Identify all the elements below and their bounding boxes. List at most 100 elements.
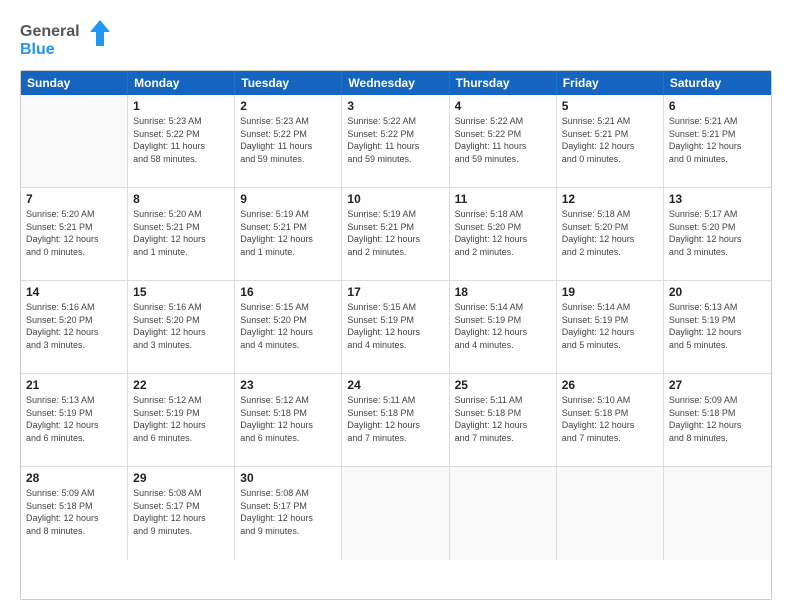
calendar-day-12: 12 Sunrise: 5:18 AM Sunset: 5:20 PM Dayli…: [557, 188, 664, 280]
day-info: Sunrise: 5:09 AM Sunset: 5:18 PM Dayligh…: [669, 394, 766, 444]
day-number: 6: [669, 99, 766, 113]
calendar-day-8: 8 Sunrise: 5:20 AM Sunset: 5:21 PM Daylig…: [128, 188, 235, 280]
calendar-day-25: 25 Sunrise: 5:11 AM Sunset: 5:18 PM Dayli…: [450, 374, 557, 466]
weekday-header-tuesday: Tuesday: [235, 71, 342, 95]
calendar-row-1: 7 Sunrise: 5:20 AM Sunset: 5:21 PM Daylig…: [21, 188, 771, 281]
calendar-row-4: 28 Sunrise: 5:09 AM Sunset: 5:18 PM Dayli…: [21, 467, 771, 560]
logo-svg: General Blue: [20, 18, 110, 60]
day-number: 30: [240, 471, 336, 485]
day-info: Sunrise: 5:11 AM Sunset: 5:18 PM Dayligh…: [455, 394, 551, 444]
day-info: Sunrise: 5:23 AM Sunset: 5:22 PM Dayligh…: [240, 115, 336, 165]
day-number: 28: [26, 471, 122, 485]
day-info: Sunrise: 5:21 AM Sunset: 5:21 PM Dayligh…: [669, 115, 766, 165]
calendar-day-26: 26 Sunrise: 5:10 AM Sunset: 5:18 PM Dayli…: [557, 374, 664, 466]
day-info: Sunrise: 5:14 AM Sunset: 5:19 PM Dayligh…: [562, 301, 658, 351]
calendar-empty-cell: [450, 467, 557, 560]
calendar-day-28: 28 Sunrise: 5:09 AM Sunset: 5:18 PM Dayli…: [21, 467, 128, 560]
calendar-day-15: 15Sunrise: 5:16 AM Sunset: 5:20 PM Dayli…: [128, 281, 235, 373]
calendar-day-20: 20Sunrise: 5:13 AM Sunset: 5:19 PM Dayli…: [664, 281, 771, 373]
day-number: 2: [240, 99, 336, 113]
day-info: Sunrise: 5:18 AM Sunset: 5:20 PM Dayligh…: [562, 208, 658, 258]
day-info: Sunrise: 5:16 AM Sunset: 5:20 PM Dayligh…: [26, 301, 122, 351]
calendar-empty-cell: [664, 467, 771, 560]
calendar-day-23: 23Sunrise: 5:12 AM Sunset: 5:18 PM Dayli…: [235, 374, 342, 466]
calendar-day-29: 29Sunrise: 5:08 AM Sunset: 5:17 PM Dayli…: [128, 467, 235, 560]
day-number: 4: [455, 99, 551, 113]
day-number: 10: [347, 192, 443, 206]
calendar-day-22: 22Sunrise: 5:12 AM Sunset: 5:19 PM Dayli…: [128, 374, 235, 466]
calendar-day-7: 7Sunrise: 5:20 AM Sunset: 5:21 PM Daylig…: [21, 188, 128, 280]
day-info: Sunrise: 5:15 AM Sunset: 5:19 PM Dayligh…: [347, 301, 443, 351]
day-info: Sunrise: 5:20 AM Sunset: 5:21 PM Dayligh…: [133, 208, 229, 258]
day-number: 24: [347, 378, 443, 392]
day-number: 13: [669, 192, 766, 206]
calendar-body: 1 Sunrise: 5:23 AM Sunset: 5:22 PM Daylig…: [21, 95, 771, 560]
day-number: 12: [562, 192, 658, 206]
day-info: Sunrise: 5:12 AM Sunset: 5:19 PM Dayligh…: [133, 394, 229, 444]
calendar-day-30: 30Sunrise: 5:08 AM Sunset: 5:17 PM Dayli…: [235, 467, 342, 560]
day-info: Sunrise: 5:19 AM Sunset: 5:21 PM Dayligh…: [240, 208, 336, 258]
day-info: Sunrise: 5:22 AM Sunset: 5:22 PM Dayligh…: [455, 115, 551, 165]
calendar-day-5: 5 Sunrise: 5:21 AM Sunset: 5:21 PM Daylig…: [557, 95, 664, 187]
calendar-day-16: 16 Sunrise: 5:15 AM Sunset: 5:20 PM Dayli…: [235, 281, 342, 373]
day-info: Sunrise: 5:19 AM Sunset: 5:21 PM Dayligh…: [347, 208, 443, 258]
weekday-header-sunday: Sunday: [21, 71, 128, 95]
day-info: Sunrise: 5:18 AM Sunset: 5:20 PM Dayligh…: [455, 208, 551, 258]
calendar: SundayMondayTuesdayWednesdayThursdayFrid…: [20, 70, 772, 600]
calendar-row-0: 1 Sunrise: 5:23 AM Sunset: 5:22 PM Daylig…: [21, 95, 771, 188]
day-info: Sunrise: 5:16 AM Sunset: 5:20 PM Dayligh…: [133, 301, 229, 351]
calendar-day-4: 4 Sunrise: 5:22 AM Sunset: 5:22 PM Daylig…: [450, 95, 557, 187]
calendar-day-1: 1 Sunrise: 5:23 AM Sunset: 5:22 PM Daylig…: [128, 95, 235, 187]
day-number: 25: [455, 378, 551, 392]
calendar-day-17: 17 Sunrise: 5:15 AM Sunset: 5:19 PM Dayli…: [342, 281, 449, 373]
day-info: Sunrise: 5:13 AM Sunset: 5:19 PM Dayligh…: [669, 301, 766, 351]
day-number: 7: [26, 192, 122, 206]
day-info: Sunrise: 5:14 AM Sunset: 5:19 PM Dayligh…: [455, 301, 551, 351]
day-number: 17: [347, 285, 443, 299]
svg-text:General: General: [20, 23, 80, 40]
day-info: Sunrise: 5:10 AM Sunset: 5:18 PM Dayligh…: [562, 394, 658, 444]
day-info: Sunrise: 5:13 AM Sunset: 5:19 PM Dayligh…: [26, 394, 122, 444]
calendar-header: SundayMondayTuesdayWednesdayThursdayFrid…: [21, 71, 771, 95]
calendar-day-2: 2 Sunrise: 5:23 AM Sunset: 5:22 PM Daylig…: [235, 95, 342, 187]
svg-text:Blue: Blue: [20, 41, 55, 58]
calendar-day-13: 13 Sunrise: 5:17 AM Sunset: 5:20 PM Dayli…: [664, 188, 771, 280]
calendar-day-6: 6 Sunrise: 5:21 AM Sunset: 5:21 PM Daylig…: [664, 95, 771, 187]
day-info: Sunrise: 5:23 AM Sunset: 5:22 PM Dayligh…: [133, 115, 229, 165]
weekday-header-friday: Friday: [557, 71, 664, 95]
calendar-day-18: 18Sunrise: 5:14 AM Sunset: 5:19 PM Dayli…: [450, 281, 557, 373]
calendar-empty-cell: [21, 95, 128, 187]
calendar-day-9: 9 Sunrise: 5:19 AM Sunset: 5:21 PM Daylig…: [235, 188, 342, 280]
calendar-empty-cell: [342, 467, 449, 560]
day-number: 27: [669, 378, 766, 392]
day-info: Sunrise: 5:15 AM Sunset: 5:20 PM Dayligh…: [240, 301, 336, 351]
day-number: 1: [133, 99, 229, 113]
calendar-day-3: 3Sunrise: 5:22 AM Sunset: 5:22 PM Daylig…: [342, 95, 449, 187]
day-number: 9: [240, 192, 336, 206]
calendar-day-11: 11 Sunrise: 5:18 AM Sunset: 5:20 PM Dayli…: [450, 188, 557, 280]
calendar-day-27: 27 Sunrise: 5:09 AM Sunset: 5:18 PM Dayli…: [664, 374, 771, 466]
calendar-day-19: 19Sunrise: 5:14 AM Sunset: 5:19 PM Dayli…: [557, 281, 664, 373]
day-number: 14: [26, 285, 122, 299]
day-number: 8: [133, 192, 229, 206]
day-number: 11: [455, 192, 551, 206]
header: General Blue: [20, 18, 772, 60]
day-info: Sunrise: 5:09 AM Sunset: 5:18 PM Dayligh…: [26, 487, 122, 537]
day-number: 5: [562, 99, 658, 113]
calendar-day-10: 10 Sunrise: 5:19 AM Sunset: 5:21 PM Dayli…: [342, 188, 449, 280]
calendar-row-3: 21 Sunrise: 5:13 AM Sunset: 5:19 PM Dayli…: [21, 374, 771, 467]
day-info: Sunrise: 5:12 AM Sunset: 5:18 PM Dayligh…: [240, 394, 336, 444]
calendar-day-21: 21 Sunrise: 5:13 AM Sunset: 5:19 PM Dayli…: [21, 374, 128, 466]
day-info: Sunrise: 5:21 AM Sunset: 5:21 PM Dayligh…: [562, 115, 658, 165]
weekday-header-monday: Monday: [128, 71, 235, 95]
day-number: 16: [240, 285, 336, 299]
calendar-row-2: 14 Sunrise: 5:16 AM Sunset: 5:20 PM Dayli…: [21, 281, 771, 374]
weekday-header-thursday: Thursday: [450, 71, 557, 95]
day-info: Sunrise: 5:11 AM Sunset: 5:18 PM Dayligh…: [347, 394, 443, 444]
page: General Blue SundayMondayTuesdayWednesda…: [0, 0, 792, 612]
day-number: 3: [347, 99, 443, 113]
day-number: 21: [26, 378, 122, 392]
day-info: Sunrise: 5:17 AM Sunset: 5:20 PM Dayligh…: [669, 208, 766, 258]
day-number: 26: [562, 378, 658, 392]
weekday-header-wednesday: Wednesday: [342, 71, 449, 95]
